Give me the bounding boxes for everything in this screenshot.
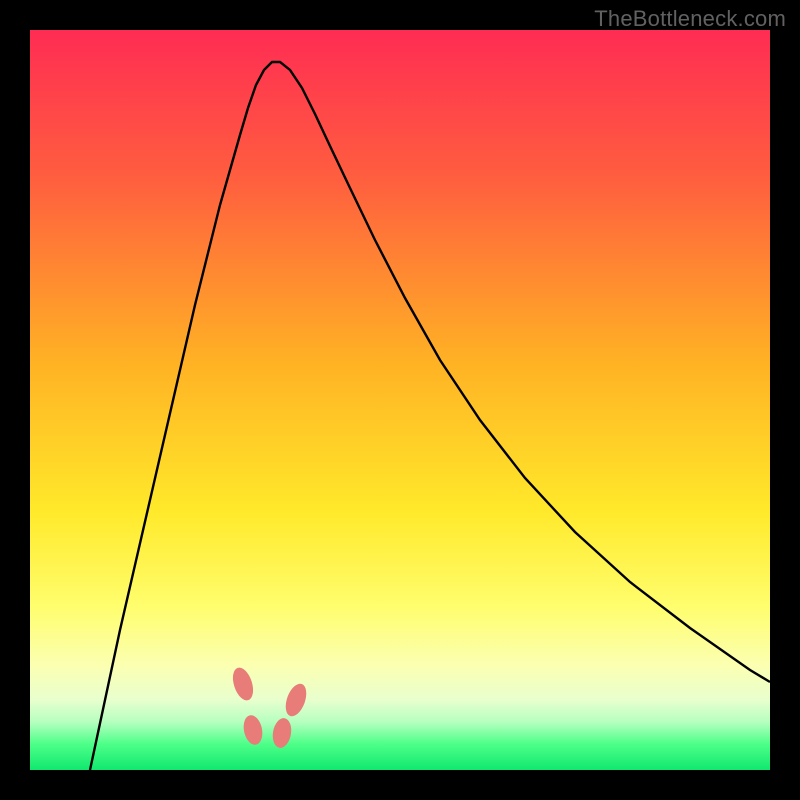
gradient-background	[30, 30, 770, 770]
chart-frame: TheBottleneck.com	[0, 0, 800, 800]
watermark-text: TheBottleneck.com	[594, 6, 786, 32]
chart-svg	[30, 30, 770, 770]
plot-area	[30, 30, 770, 770]
